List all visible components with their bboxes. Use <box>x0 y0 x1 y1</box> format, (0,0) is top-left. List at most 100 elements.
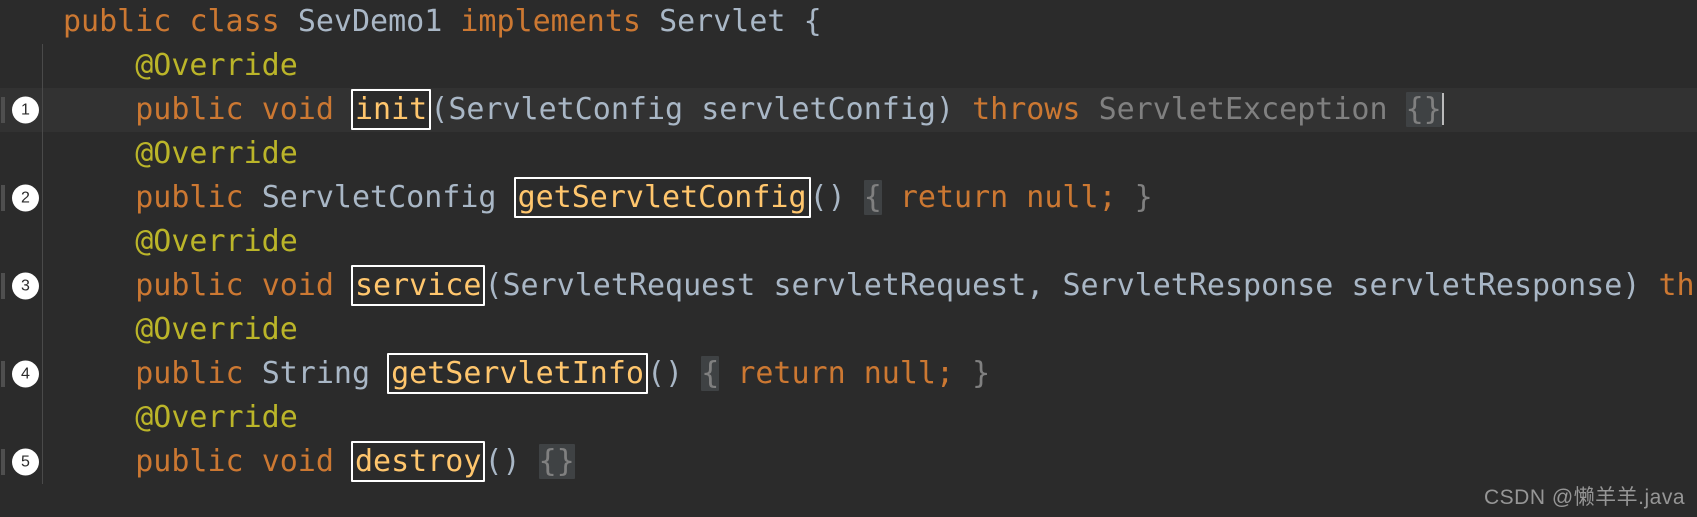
gutter-change-marker <box>1 97 5 123</box>
code-lines-container: public class SevDemo1 implements Servlet… <box>0 0 1697 484</box>
token-plain: { <box>803 4 822 39</box>
code-text: public class SevDemo1 implements Servlet… <box>63 0 822 44</box>
code-line[interactable]: @Override <box>0 132 1697 176</box>
indent-guide <box>42 308 43 352</box>
method-name-highlight[interactable]: getServletConfig <box>513 177 811 218</box>
token-type: Servlet <box>659 4 786 39</box>
code-line[interactable]: @Override <box>0 220 1697 264</box>
token-annotation: @Override <box>135 312 298 347</box>
token-keyword: throws <box>972 92 1081 127</box>
step-badge-3: 3 <box>12 272 39 300</box>
token-plain: ( <box>430 92 449 127</box>
token-dim: ServletException <box>1098 92 1388 127</box>
token-keyword: implements <box>460 4 641 39</box>
token-keyword: void <box>261 268 334 303</box>
gutter-change-marker <box>1 449 5 475</box>
indent-guide <box>42 132 43 176</box>
indent-guide <box>42 44 43 88</box>
token-keyword: void <box>261 92 334 127</box>
step-badge-4: 4 <box>12 360 39 388</box>
token-dim: { <box>701 356 720 391</box>
token-keyword: null; <box>863 356 955 391</box>
token-plain: () <box>647 356 684 391</box>
code-line[interactable]: @Override <box>0 308 1697 352</box>
code-text: public ServletConfig getServletConfig() … <box>63 176 1153 220</box>
token-keyword: null; <box>1026 180 1117 215</box>
csdn-watermark: CSDN @懒羊羊.java <box>1483 486 1685 509</box>
method-name-highlight[interactable]: destroy <box>351 441 486 482</box>
indent-guide <box>42 220 43 264</box>
method-name-highlight[interactable]: service <box>351 265 486 306</box>
code-editor[interactable]: public class SevDemo1 implements Servlet… <box>0 0 1697 517</box>
code-text: @Override <box>63 132 298 176</box>
token-keyword: public <box>63 4 172 39</box>
code-line[interactable]: 2 public ServletConfig getServletConfig(… <box>0 176 1697 220</box>
token-keyword: return <box>737 356 846 391</box>
token-keyword: throws <box>1658 268 1697 303</box>
gutter-change-marker <box>1 361 5 387</box>
code-line[interactable]: 1 public void init (ServletConfig servlet… <box>0 88 1697 132</box>
token-annotation: @Override <box>135 136 298 171</box>
code-line[interactable]: 4 public String getServletInfo() { retur… <box>0 352 1697 396</box>
text-caret <box>1441 93 1444 125</box>
code-text: public void service (ServletRequest servl… <box>63 264 1697 308</box>
code-text: @Override <box>63 220 298 264</box>
code-line[interactable]: public class SevDemo1 implements Servlet… <box>0 0 1697 44</box>
token-dim: {} <box>538 444 575 479</box>
method-name-highlight[interactable]: getServletInfo <box>387 353 648 394</box>
code-line[interactable]: 5 public void destroy() {} <box>0 440 1697 484</box>
gutter-change-marker <box>1 273 5 299</box>
token-type: ServletRequest <box>502 268 756 303</box>
code-line[interactable]: @Override <box>0 44 1697 88</box>
token-dim: } <box>972 356 991 391</box>
token-keyword: public <box>135 444 244 479</box>
token-keyword: public <box>135 92 244 127</box>
token-keyword: return <box>899 180 1009 215</box>
code-text: public void init (ServletConfig servletCo… <box>63 88 1444 132</box>
token-keyword: public <box>135 268 244 303</box>
method-name-highlight[interactable]: init <box>351 89 432 130</box>
token-type: servletResponse) <box>1351 268 1641 303</box>
token-keyword: public <box>135 356 244 391</box>
indent-guide <box>42 176 43 220</box>
code-text: public void destroy() {} <box>63 440 575 484</box>
token-keyword: public <box>135 180 244 215</box>
token-type: ServletConfig <box>261 180 497 215</box>
token-dim: { <box>863 180 882 215</box>
token-type: SevDemo1 <box>297 4 443 39</box>
token-plain: ) <box>936 92 955 127</box>
indent-guide <box>42 88 43 132</box>
token-type: ServletConfig <box>448 92 684 127</box>
token-plain: () <box>809 180 846 215</box>
token-plain: ( <box>484 268 503 303</box>
code-text: public String getServletInfo() { return … <box>63 352 990 396</box>
code-line[interactable]: @Override <box>0 396 1697 440</box>
code-line[interactable]: 3 public void service (ServletRequest ser… <box>0 264 1697 308</box>
code-text: @Override <box>63 396 298 440</box>
token-type: ServletResponse <box>1062 268 1334 303</box>
